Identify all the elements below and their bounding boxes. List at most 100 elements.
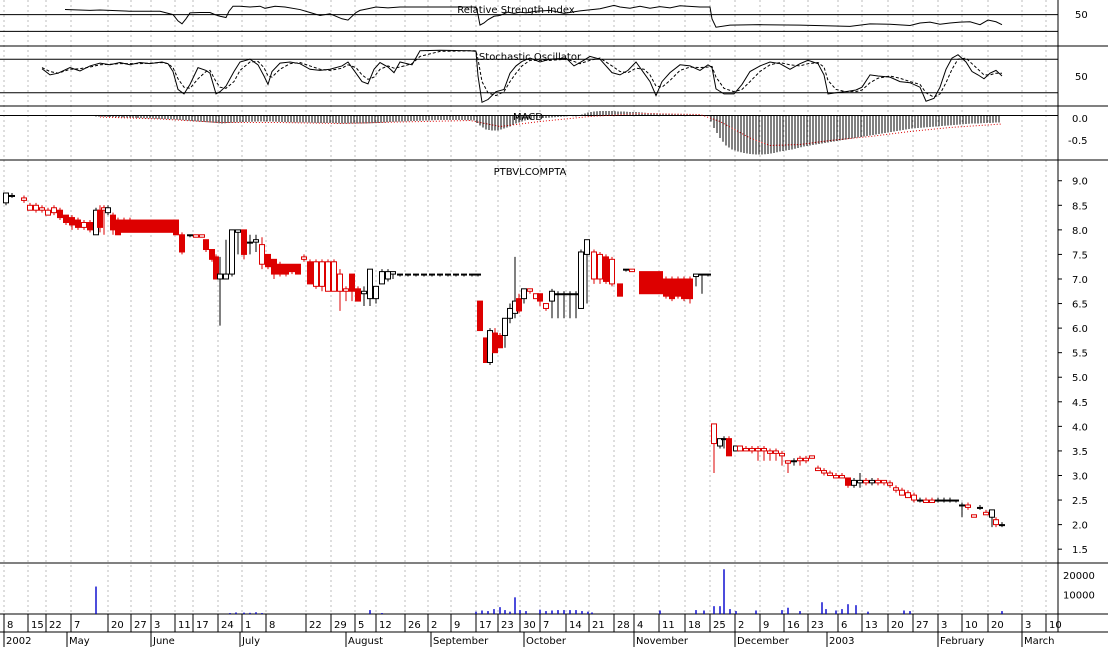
candle-body	[821, 470, 827, 474]
date-tick-label: 29	[334, 620, 347, 631]
price-tick-label: 1.5	[1072, 545, 1088, 556]
price-tick-label: 2.5	[1072, 496, 1088, 507]
candle-body	[743, 447, 749, 452]
candle-body	[905, 492, 911, 499]
candle-body	[57, 209, 63, 219]
candle-body	[639, 271, 645, 295]
price-tick-label: 3.5	[1072, 447, 1088, 458]
candle-body	[307, 261, 313, 285]
candle-body	[283, 263, 289, 275]
candle-body	[179, 234, 185, 253]
date-tick-label: 27	[916, 620, 929, 631]
date-tick-label: 1	[245, 620, 251, 631]
candle-body	[603, 256, 609, 282]
candle-body	[151, 219, 157, 233]
candle-body	[115, 219, 121, 236]
candle-body	[445, 273, 451, 276]
candle-body	[543, 303, 549, 309]
month-label: May	[69, 636, 90, 647]
candle-body	[929, 499, 935, 504]
date-tick-label: 22	[309, 620, 322, 631]
candle-body	[497, 334, 503, 349]
candle-body	[349, 273, 355, 292]
candle-body	[881, 479, 887, 484]
price-tick-label: 4.5	[1072, 398, 1088, 409]
candle-body	[429, 273, 435, 276]
candle-body	[247, 241, 253, 244]
date-tick-label: 7	[74, 620, 80, 631]
candle-body	[999, 524, 1005, 527]
candle-body	[953, 499, 959, 502]
candle-body	[319, 261, 325, 287]
candle-body	[721, 438, 727, 441]
date-tick-label: 5	[358, 620, 364, 631]
candle-body	[390, 271, 396, 275]
candle-body	[669, 278, 675, 300]
candle-body	[223, 273, 229, 280]
month-label: February	[940, 636, 984, 647]
price-tick-label: 6.5	[1072, 300, 1088, 311]
date-tick-label: 24	[221, 620, 234, 631]
candle-body	[815, 467, 821, 472]
date-tick-label: 10	[1049, 620, 1062, 631]
candle-body	[629, 268, 635, 273]
candle-body	[373, 285, 379, 300]
date-tick-label: 3	[154, 620, 160, 631]
candle-body	[573, 293, 579, 296]
date-tick-label: 18	[688, 620, 701, 631]
candle-body	[21, 197, 27, 201]
month-label: November	[636, 636, 689, 647]
month-label: October	[526, 636, 567, 647]
candle-body	[767, 450, 773, 454]
candle-body	[681, 278, 687, 300]
candle-body	[3, 192, 9, 204]
candle-body	[361, 290, 367, 295]
date-tick-label: 8	[269, 620, 275, 631]
candle-body	[469, 273, 475, 276]
candle-body	[127, 219, 133, 233]
candle-body	[461, 273, 467, 276]
candle-body	[241, 229, 247, 255]
candle-body	[578, 251, 584, 309]
candle-body	[527, 288, 533, 292]
candle-body	[405, 273, 411, 276]
candle-body	[516, 298, 522, 312]
candle-body	[259, 244, 265, 265]
candle-body	[97, 209, 103, 228]
date-tick-label: 28	[617, 620, 630, 631]
month-label: August	[348, 636, 383, 647]
date-tick-label: 22	[49, 620, 62, 631]
candle-body	[492, 332, 498, 354]
candle-body	[923, 499, 929, 504]
candle-body	[567, 293, 573, 296]
month-label: 2003	[829, 636, 854, 647]
candle-body	[229, 229, 235, 275]
candle-body	[521, 288, 527, 300]
date-tick-label: 14	[569, 620, 582, 631]
candle-body	[791, 460, 797, 463]
stochastic-tick-label: 50	[1075, 72, 1088, 83]
candle-body	[623, 268, 629, 271]
candle-body	[983, 511, 989, 516]
candle-body	[893, 487, 899, 491]
candle-body	[45, 209, 51, 216]
date-tick-label: 30	[523, 620, 536, 631]
candle-body	[39, 207, 45, 211]
candle-body	[81, 221, 87, 228]
candle-body	[265, 253, 271, 268]
date-tick-label: 17	[196, 620, 209, 631]
date-tick-label: 15	[31, 620, 44, 631]
candle-body	[699, 273, 705, 276]
date-tick-label: 16	[787, 620, 800, 631]
candle-body	[993, 519, 999, 526]
candle-body	[133, 219, 139, 233]
candle-body	[833, 474, 839, 479]
candle-body	[797, 457, 803, 462]
candle-body	[502, 317, 508, 336]
candle-body	[899, 489, 905, 496]
candle-body	[27, 204, 33, 211]
date-tick-label: 9	[763, 620, 769, 631]
date-tick-label: 3	[1025, 620, 1031, 631]
candle-body	[911, 494, 917, 501]
candle-body	[157, 219, 163, 233]
